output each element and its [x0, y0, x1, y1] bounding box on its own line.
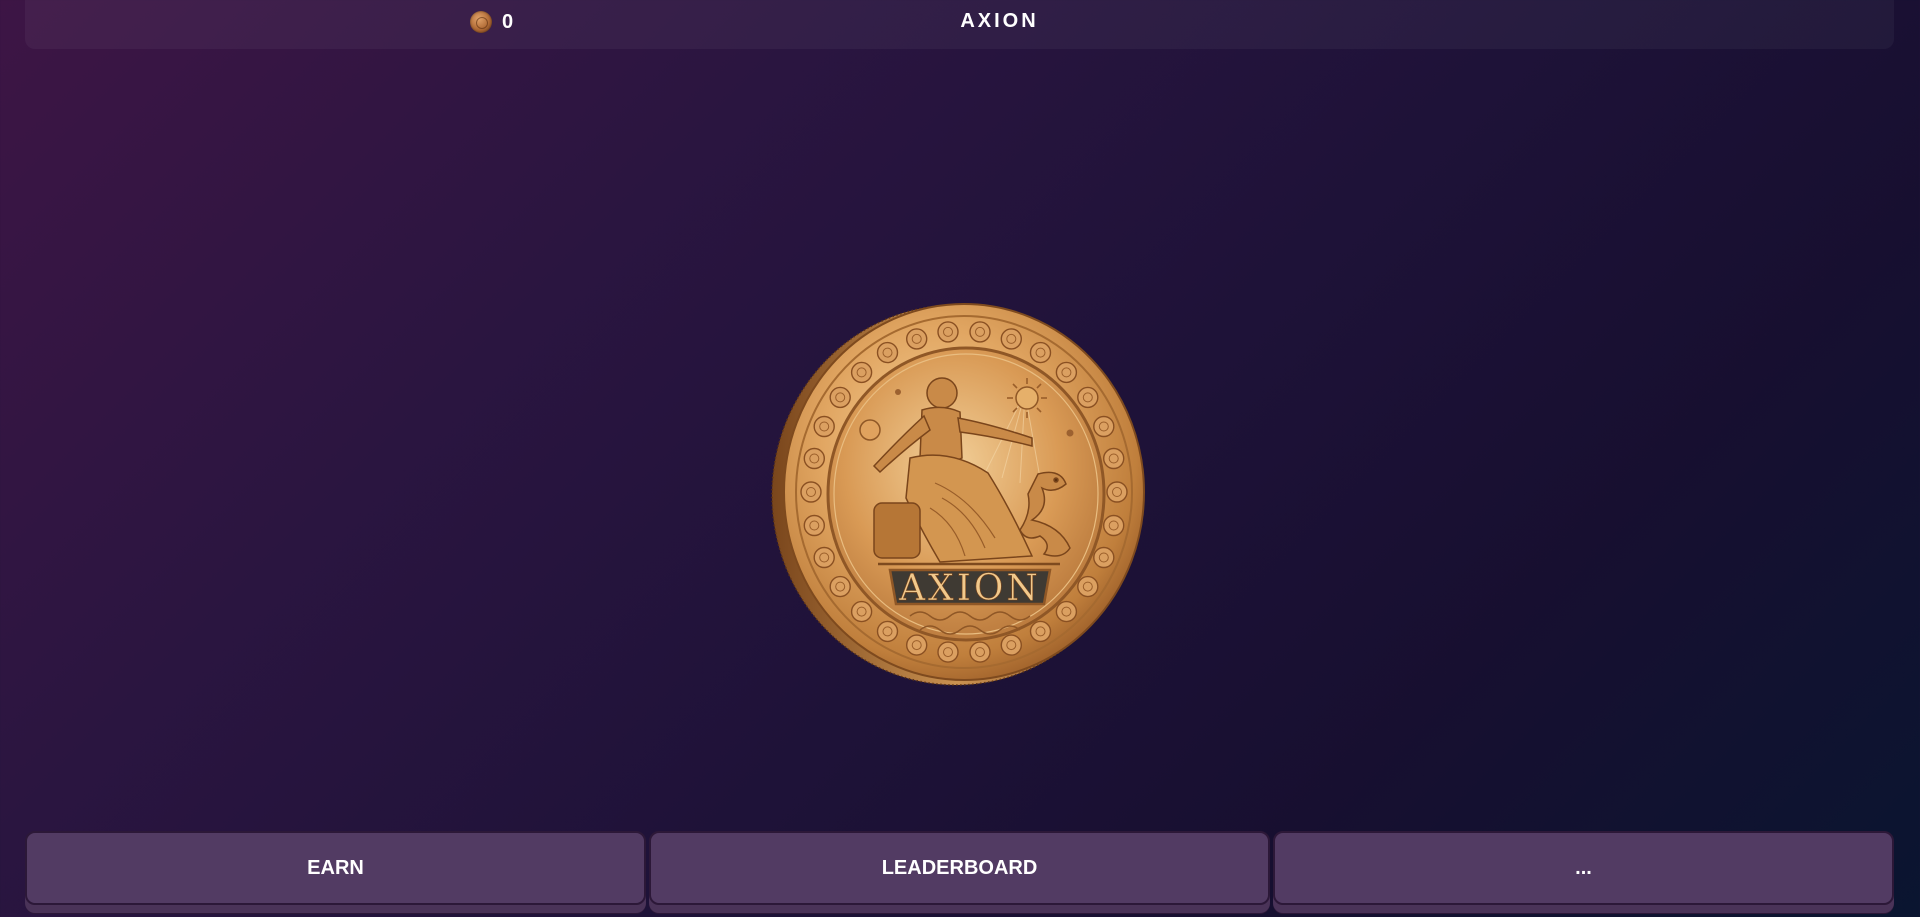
rim-medallion: [1093, 415, 1115, 438]
rim-medallion: [905, 634, 928, 656]
rim-medallion: [1000, 634, 1023, 656]
rim-medallion: [813, 415, 835, 438]
axion-coin-button[interactable]: AXION: [770, 298, 1148, 688]
rim-medallion: [937, 641, 959, 663]
rim-medallion: [1055, 600, 1078, 623]
rim-medallion: [905, 328, 928, 350]
leaderboard-button[interactable]: LEADERBOARD: [649, 831, 1270, 905]
rim-medallion: [876, 341, 899, 364]
rim-medallion: [1029, 341, 1052, 364]
rim-medallion: [1077, 386, 1099, 409]
rim-medallion: [1029, 620, 1052, 643]
rim-medallion: [1000, 328, 1023, 350]
rim-medallion: [1093, 546, 1115, 569]
rim-medallion: [803, 514, 825, 537]
bottom-nav: EARN LEADERBOARD ...: [25, 831, 1895, 917]
rim-medallion: [829, 575, 851, 598]
rim-medallion: [813, 546, 835, 569]
rim-medallion: [876, 620, 899, 643]
rim-medallion: [850, 600, 873, 623]
app-title: AXION: [960, 10, 1039, 32]
rim-medallion: [1103, 447, 1125, 470]
rim-medallion: [1077, 575, 1099, 598]
rim-medallion: [1106, 481, 1128, 503]
rim-medallion: [850, 361, 873, 384]
rim-medallion: [1103, 514, 1125, 537]
axion-coin-icon: AXION: [771, 303, 1145, 686]
rim-medallion: [937, 321, 959, 343]
rim-medallion: [803, 447, 825, 470]
rim-medallion: [800, 481, 822, 503]
coin-inscription: AXION: [898, 568, 1041, 609]
more-button[interactable]: ...: [1273, 831, 1894, 905]
earn-button[interactable]: EARN: [25, 831, 646, 905]
rim-medallion: [969, 321, 991, 343]
top-bar: 0 AXION: [25, 0, 1894, 49]
rim-medallion: [969, 641, 991, 663]
rim-medallion: [1055, 361, 1078, 384]
rim-medallion: [829, 386, 851, 409]
